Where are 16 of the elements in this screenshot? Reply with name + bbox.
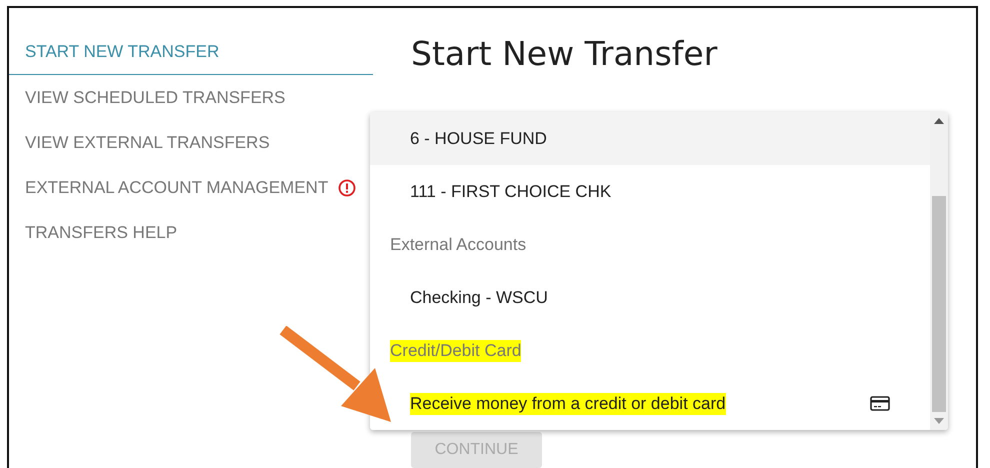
group-label: Credit/Debit Card [390,340,522,362]
dropdown-option[interactable]: Receive money from a credit or debit card [410,392,726,414]
sidebar-item[interactable]: VIEW EXTERNAL TRANSFERS [9,120,373,165]
credit-card-icon [870,396,890,411]
dropdown-option[interactable]: 6 - HOUSE FUND [410,128,547,148]
group-label: External Accounts [390,234,526,254]
page-title: Start New Transfer [411,34,718,73]
scroll-up-icon[interactable] [934,118,944,124]
sidebar-item[interactable]: EXTERNAL ACCOUNT MANAGEMENT [9,165,373,210]
sidebar-item[interactable]: VIEW SCHEDULED TRANSFERS [9,75,373,120]
sidebar-item[interactable]: TRANSFERS HELP [9,210,373,255]
scroll-down-icon[interactable] [934,418,944,424]
dropdown-option[interactable]: Checking - WSCU [410,288,548,308]
dropdown-option[interactable]: 111 - FIRST CHOICE CHK [410,182,612,202]
scrollbar[interactable] [930,112,948,430]
sidebar-item[interactable]: START NEW TRANSFER [9,30,373,75]
